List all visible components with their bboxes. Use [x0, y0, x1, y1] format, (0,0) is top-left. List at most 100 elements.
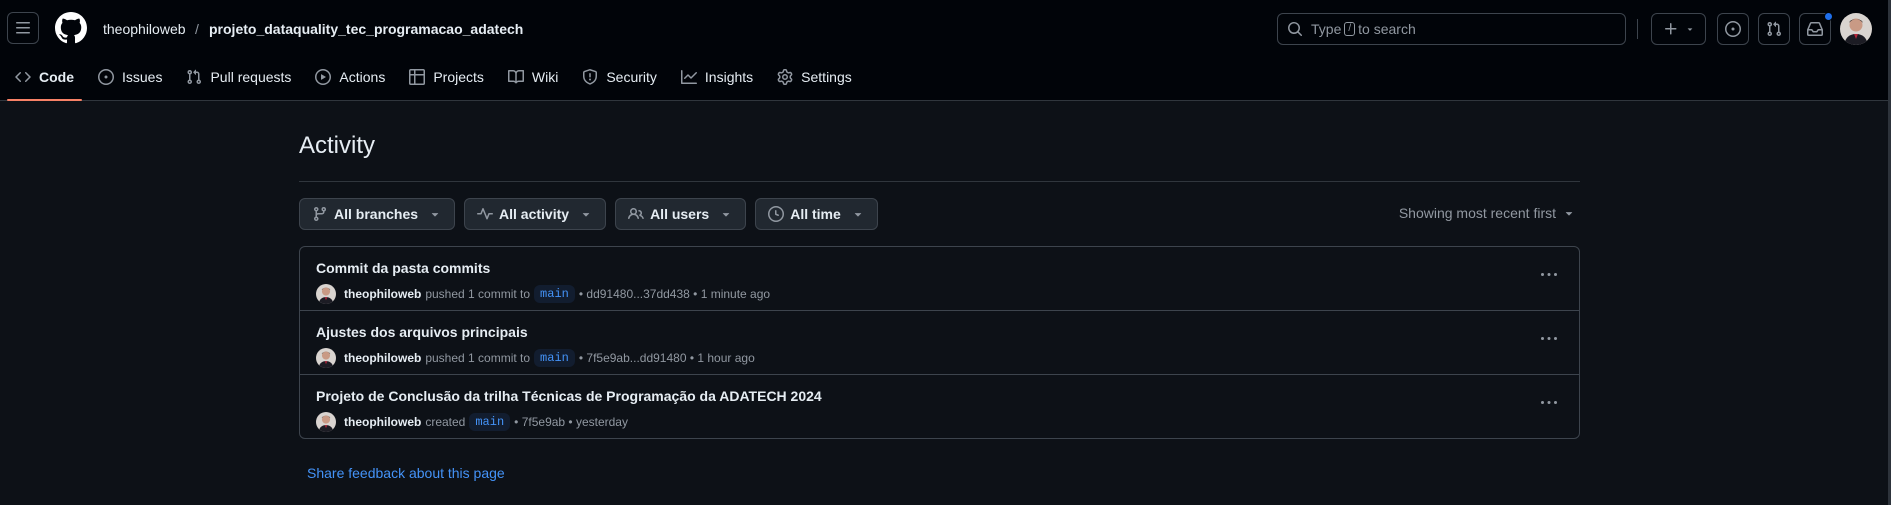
activity-item: Projeto de Conclusão da trilha Técnicas … [300, 375, 1579, 438]
book-icon [507, 69, 524, 84]
breadcrumb-repo[interactable]: projeto_dataquality_tec_programacao_adat… [209, 19, 523, 39]
issue-opened-icon [98, 69, 114, 85]
breadcrumb-owner[interactable]: theophiloweb [103, 19, 186, 39]
tab-pull-requests-label: Pull requests [210, 69, 292, 85]
tab-pull-requests[interactable]: Pull requests [178, 60, 299, 94]
play-icon [315, 69, 332, 85]
author-avatar[interactable] [316, 348, 336, 368]
tab-insights[interactable]: Insights [673, 60, 761, 94]
tab-settings[interactable]: Settings [769, 60, 860, 94]
author-avatar[interactable] [316, 412, 336, 432]
repo-nav-tabs: Code Issues Pull requests Actions Projec… [7, 60, 868, 101]
triangle-down-icon [1565, 212, 1573, 216]
tab-settings-label: Settings [801, 69, 852, 85]
activity-author[interactable]: theophiloweb [344, 287, 421, 301]
activity-action: pushed 1 commit to [425, 287, 531, 301]
activity-meta: theophiloweb pushed 1 commit to main • d… [316, 283, 1563, 305]
tab-security-label: Security [606, 69, 657, 85]
filter-branches-button[interactable]: All branches [299, 198, 456, 230]
user-avatar[interactable] [1840, 13, 1872, 45]
menu-button[interactable] [7, 12, 39, 44]
activity-item: Commit da pasta commits theophiloweb pus… [300, 247, 1579, 311]
activity-item: Ajustes dos arquivos principais theophil… [300, 311, 1579, 375]
activity-title[interactable]: Ajustes dos arquivos principais [316, 323, 1563, 342]
tab-actions-label: Actions [339, 69, 386, 85]
title-divider [299, 181, 1580, 182]
code-icon [15, 71, 31, 83]
page-title: Activity [299, 132, 376, 159]
triangle-down-icon [723, 213, 730, 217]
tab-issues[interactable]: Issues [90, 60, 170, 94]
kebab-horizontal-icon [1541, 273, 1557, 276]
triangle-down-icon [431, 213, 439, 217]
pull-requests-button[interactable] [1758, 13, 1790, 45]
people-icon [628, 207, 644, 220]
sort-order-button[interactable]: Showing most recent first [1399, 205, 1576, 221]
branch-label[interactable]: main [534, 285, 575, 303]
tab-wiki-label: Wiki [531, 69, 559, 85]
tab-code-label: Code [39, 69, 74, 85]
clock-icon [768, 206, 785, 222]
activity-detail[interactable]: • 7f5e9ab...dd91480 • 1 hour ago [579, 351, 755, 365]
gear-icon [777, 69, 793, 85]
header-divider [1637, 19, 1638, 39]
activity-title[interactable]: Projeto de Conclusão da trilha Técnicas … [316, 387, 1563, 406]
triangle-down-icon [854, 213, 861, 217]
search-icon [1288, 22, 1303, 37]
graph-icon [680, 70, 697, 84]
tab-projects[interactable]: Projects [401, 60, 492, 94]
git-pull-request-icon [187, 69, 202, 85]
git-pull-request-icon [1767, 21, 1782, 37]
activity-menu-button[interactable] [1535, 265, 1563, 285]
pulse-icon [477, 208, 494, 220]
filter-branches-label: All branches [334, 206, 419, 222]
table-icon [409, 69, 426, 85]
hamburger-icon [16, 22, 30, 34]
git-branch-icon [313, 207, 326, 222]
activity-detail[interactable]: • dd91480...37dd438 • 1 minute ago [579, 287, 770, 301]
activity-title[interactable]: Commit da pasta commits [316, 259, 1563, 278]
activity-author[interactable]: theophiloweb [344, 351, 421, 365]
tab-projects-label: Projects [433, 69, 484, 85]
issue-opened-icon [1725, 21, 1741, 37]
tab-issues-label: Issues [122, 69, 163, 85]
sort-order-label: Showing most recent first [1398, 205, 1556, 221]
branch-label[interactable]: main [469, 413, 511, 431]
activity-meta: theophiloweb pushed 1 commit to main • 7… [316, 347, 1563, 369]
triangle-down-icon [582, 213, 590, 217]
plus-icon [1664, 23, 1676, 35]
filter-activity-button[interactable]: All activity [464, 198, 607, 230]
tab-wiki[interactable]: Wiki [500, 60, 566, 94]
tab-security[interactable]: Security [574, 60, 665, 94]
github-logo-icon[interactable] [55, 12, 87, 44]
filter-activity-label: All activity [499, 206, 570, 222]
inbox-icon [1807, 22, 1823, 36]
search-placeholder-prefix: Type [1311, 21, 1342, 37]
activity-menu-button[interactable] [1535, 393, 1563, 413]
filter-time-button[interactable]: All time [755, 198, 878, 230]
activity-action: pushed 1 commit to [425, 351, 531, 365]
search-placeholder-suffix: to search [1358, 21, 1416, 37]
activity-filters: All branches All activity All users All … [299, 198, 878, 230]
search-shortcut-key: / [1344, 22, 1356, 36]
activity-action: created [425, 415, 466, 429]
shield-icon [583, 69, 598, 85]
activity-meta: theophiloweb created main • 7f5e9ab • ye… [316, 411, 1563, 433]
activity-menu-button[interactable] [1535, 329, 1563, 349]
author-avatar[interactable] [316, 284, 336, 304]
kebab-horizontal-icon [1541, 337, 1557, 340]
issues-button[interactable] [1717, 13, 1749, 45]
breadcrumb-separator: / [195, 21, 199, 37]
filter-users-button[interactable]: All users [615, 198, 747, 230]
tab-code[interactable]: Code [7, 60, 82, 101]
search-input[interactable]: Type / to search [1277, 13, 1626, 45]
triangle-down-icon [1687, 28, 1692, 31]
activity-detail[interactable]: • 7f5e9ab • yesterday [514, 415, 628, 429]
branch-label[interactable]: main [534, 349, 575, 367]
activity-author[interactable]: theophiloweb [344, 415, 421, 429]
feedback-link[interactable]: Share feedback about this page [307, 465, 505, 481]
filter-users-label: All users [650, 206, 710, 222]
notification-indicator [1824, 12, 1833, 21]
create-new-button[interactable] [1651, 13, 1706, 45]
tab-actions[interactable]: Actions [307, 60, 393, 94]
